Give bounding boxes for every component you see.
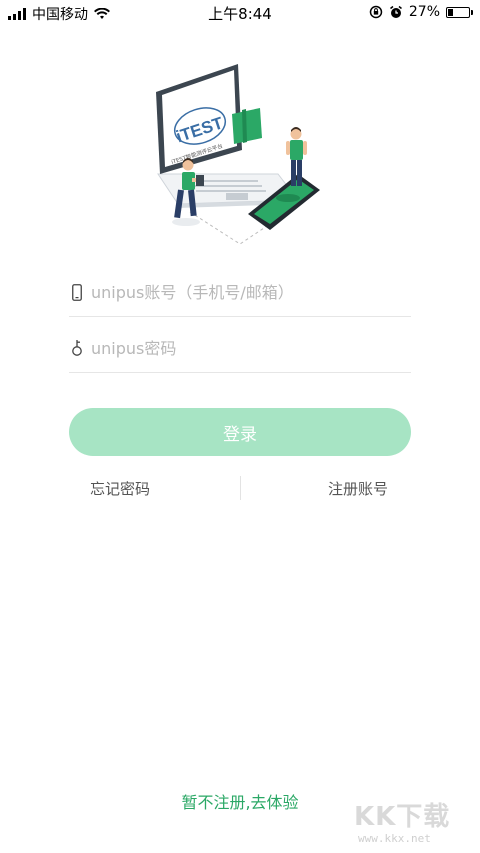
- account-field-row: [69, 268, 411, 317]
- phone-icon: [69, 282, 85, 302]
- battery-icon: [446, 6, 473, 18]
- forgot-password-link[interactable]: 忘记密码: [90, 478, 150, 499]
- key-icon: [69, 338, 85, 358]
- status-bar: 中国移动 上午8:44 27%: [0, 0, 480, 26]
- login-screen: 中国移动 上午8:44 27% iTEST iTEST智能测评云平台 unipu…: [0, 0, 480, 853]
- itest-illustration: iTEST iTEST智能测评云平台: [156, 64, 320, 245]
- register-link[interactable]: 注册账号: [328, 478, 388, 499]
- password-input[interactable]: [91, 338, 391, 358]
- status-right: 27%: [369, 4, 473, 20]
- password-field-row: [69, 324, 411, 373]
- watermark-url: www.kkx.net: [358, 832, 431, 845]
- watermark-logo: KK下载 www.kkx.net: [338, 796, 458, 850]
- account-input[interactable]: [91, 282, 391, 302]
- links-divider: [240, 476, 241, 500]
- battery-percentage: 27%: [408, 4, 440, 20]
- rotation-lock-icon: [369, 5, 383, 19]
- login-button[interactable]: 登录: [69, 408, 411, 456]
- auth-links: 忘记密码 注册账号: [0, 476, 480, 500]
- watermark-brand: KK下载: [354, 802, 451, 832]
- alarm-icon: [389, 5, 402, 18]
